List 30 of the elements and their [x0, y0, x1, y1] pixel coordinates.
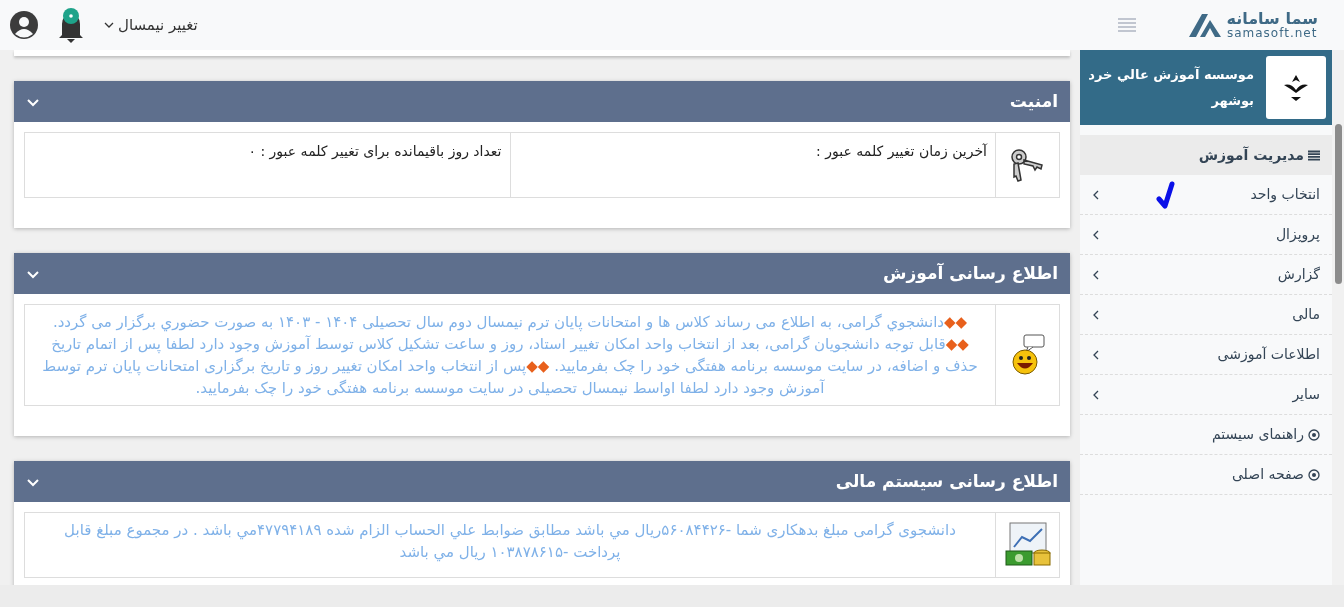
list-icon — [1308, 149, 1320, 161]
card-header[interactable]: اطلاع رسانی سیستم مالی — [14, 461, 1070, 502]
radio-circle-icon — [1308, 428, 1320, 441]
caret-icon — [104, 21, 114, 29]
chevron-left-icon — [1092, 309, 1100, 320]
chevron-left-icon — [1092, 229, 1100, 240]
menu-section-title: مدیریت آموزش — [1198, 145, 1304, 166]
notice-text: ◆◆ دانشجوي گرامی، به اطلاع می رساند کلاس ها و امتحانات پایان ترم نیمسال دوم سال تحصیلی ۱۴۰۴ - ۱۴۰۳ به صورت حضوري برگزار می گردد. ◆◆ قابل توجه دانشجویان گرامی، بعد از انتخاب واحد امکان تغییر استاد، روز و ساعت تشکیل کلاس توسط آموزش وجود دارد لطفا پس از اتمام تاریخ حذف و اضافه، در سایت موسسه برنامه هفتگی خود را چک بفرمایید. ◆◆ پس از انتخاب واحد امکان تغییر روز و تاریخ برگزاری امتحانات پایان ترم توسط آموزش وجود دارد لطفا اواسط نیمسال تحصیلی در سایت موسسه برنامه هفتگی خود را چک بفرمایید. — [41, 312, 979, 399]
logo-text: سما سامانه — [1226, 11, 1318, 27]
card-title: اطلاع رسانی سیستم مالی — [835, 469, 1058, 493]
money-chart-icon — [1003, 521, 1052, 569]
chevron-left-icon — [1092, 269, 1100, 280]
user-avatar-icon[interactable] — [10, 11, 38, 39]
security-info-text: آخرین زمان تغییر کلمه عبور : — [816, 143, 987, 159]
chevron-left-icon — [1092, 389, 1100, 400]
institute-name: موسسه آموزش عالي خرد بوشهر — [1087, 65, 1254, 110]
radio-circle-icon — [1308, 468, 1320, 481]
card-title: اطلاع رسانی آموزش — [883, 261, 1058, 285]
chevron-left-icon — [1092, 349, 1100, 360]
semester-dropdown[interactable]: تغییر نیمسال — [104, 13, 198, 37]
notice-text: دانشجوی گرامی مبلغ بدهکاری شما -۵۶۰۸۴۴۲۶ریال مي باشد مطابق ضوابط علي الحساب الزام شده ۴۷۷۹۴۱۸۹مي باشد . در مجموع مبلغ قابل پرداخت -۱۰۳۸۷۸۶۱۵ ریال مي باشد — [63, 520, 957, 563]
chevron-left-icon — [1092, 189, 1100, 200]
smiley-speech-bubble-icon — [1009, 334, 1046, 376]
menu-section-header[interactable]: مدیریت آموزش — [1080, 135, 1332, 175]
security-info-text: تعداد روز باقیمانده برای تغییر کلمه عبور : ۰ — [248, 143, 502, 159]
card-title: امنیت — [1009, 89, 1058, 113]
card-header[interactable]: اطلاع رسانی آموزش — [14, 253, 1070, 294]
card-header[interactable]: امنیت — [14, 81, 1070, 122]
logo-domain: samasoft.net — [1226, 27, 1318, 39]
logo-mark-icon — [1188, 12, 1223, 38]
